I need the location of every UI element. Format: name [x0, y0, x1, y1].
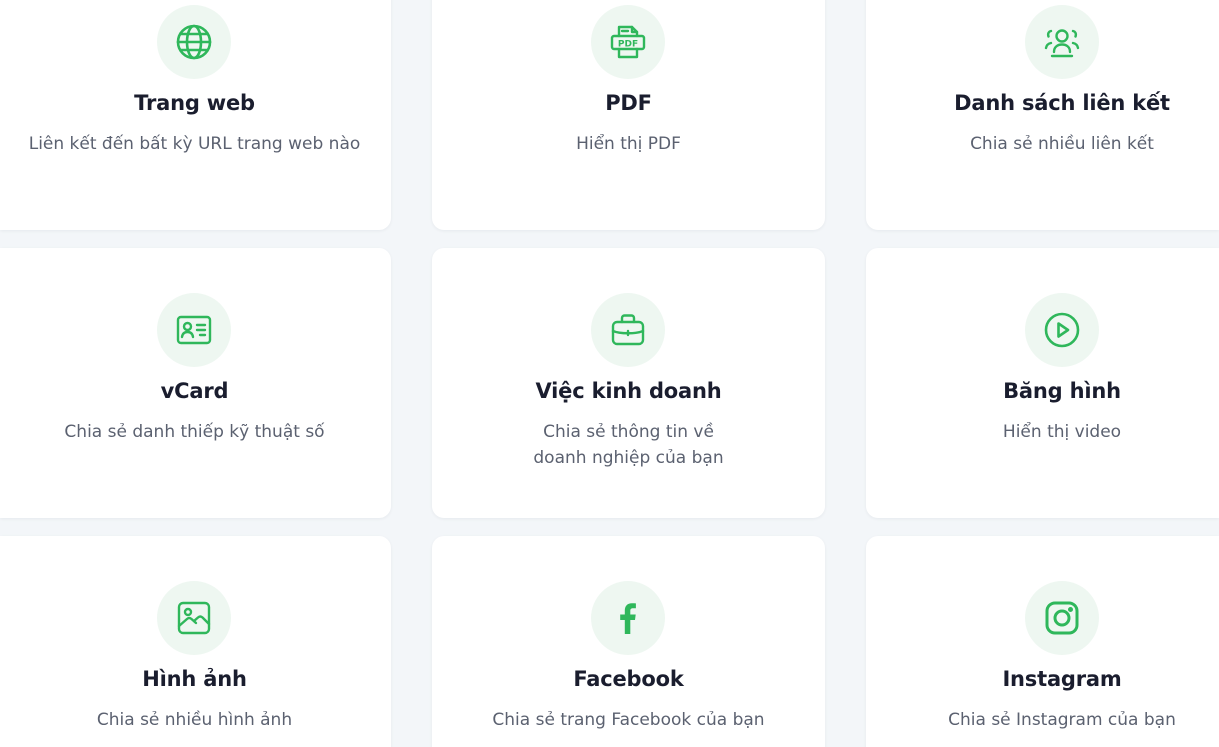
globe-icon [157, 5, 231, 79]
card-description: Hiển thị PDF [576, 134, 681, 154]
card-website[interactable]: Trang web Liên kết đến bất kỳ URL trang … [0, 0, 391, 230]
card-description: Chia sẻ danh thiếp kỹ thuật số [64, 422, 325, 442]
id-card-icon [157, 293, 231, 367]
card-title: PDF [605, 91, 652, 115]
card-description: Chia sẻ Instagram của bạn [948, 710, 1176, 730]
card-facebook[interactable]: Facebook Chia sẻ trang Facebook của bạn [432, 536, 825, 747]
card-description: Chia sẻ thông tin về doanh nghiệp của bạ… [533, 422, 724, 468]
card-title: Facebook [573, 667, 684, 691]
card-description: Chia sẻ nhiều hình ảnh [96, 710, 293, 730]
users-group-icon [1025, 5, 1099, 79]
card-description: Hiển thị video [1002, 422, 1122, 442]
instagram-icon [1025, 581, 1099, 655]
image-icon [157, 581, 231, 655]
card-description: Chia sẻ trang Facebook của bạn [492, 710, 765, 730]
card-pdf[interactable]: PDF PDF Hiển thị PDF [432, 0, 825, 230]
card-title: vCard [160, 379, 229, 403]
card-title: Việc kinh doanh [535, 379, 722, 403]
pdf-icon: PDF [591, 5, 665, 79]
card-title: Danh sách liên kết [954, 91, 1170, 115]
card-business[interactable]: Việc kinh doanh Chia sẻ thông tin về doa… [432, 248, 825, 518]
play-circle-icon [1025, 293, 1099, 367]
card-instagram[interactable]: Instagram Chia sẻ Instagram của bạn [866, 536, 1219, 747]
card-link-list[interactable]: Danh sách liên kết Chia sẻ nhiều liên kế… [866, 0, 1219, 230]
card-description: Chia sẻ nhiều liên kết [970, 134, 1154, 154]
qr-type-grid: Trang web Liên kết đến bất kỳ URL trang … [0, 0, 1219, 747]
card-images[interactable]: Hình ảnh Chia sẻ nhiều hình ảnh [0, 536, 391, 747]
card-title: Trang web [134, 91, 255, 115]
facebook-icon [591, 581, 665, 655]
briefcase-icon [591, 293, 665, 367]
card-title: Hình ảnh [142, 667, 247, 691]
card-title: Instagram [1002, 667, 1122, 691]
svg-text:PDF: PDF [618, 40, 638, 50]
card-vcard[interactable]: vCard Chia sẻ danh thiếp kỹ thuật số [0, 248, 391, 518]
card-video[interactable]: Băng hình Hiển thị video [866, 248, 1219, 518]
card-title: Băng hình [1003, 379, 1121, 403]
card-description: Liên kết đến bất kỳ URL trang web nào [28, 134, 361, 154]
